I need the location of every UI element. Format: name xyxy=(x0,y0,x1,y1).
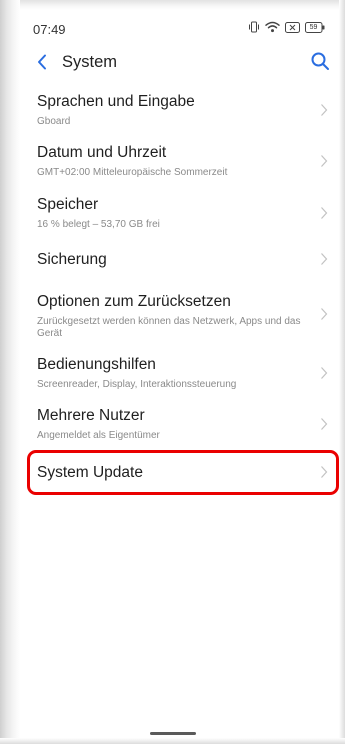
settings-item-subtitle: Angemeldet als Eigentümer xyxy=(37,430,160,441)
settings-item-accessibility[interactable]: Bedienungshilfen Screenreader, Display, … xyxy=(25,356,335,396)
settings-item-title: Mehrere Nutzer xyxy=(37,407,145,424)
status-icons: 59 xyxy=(248,21,325,33)
settings-item-title: Bedienungshilfen xyxy=(37,356,156,373)
frame-edge-left xyxy=(0,0,20,744)
chevron-right-icon xyxy=(321,207,328,219)
back-button[interactable] xyxy=(33,52,51,72)
chevron-left-icon xyxy=(38,54,46,70)
chevron-right-icon xyxy=(321,104,328,116)
search-button[interactable] xyxy=(309,50,331,72)
settings-item-title: Datum und Uhrzeit xyxy=(37,144,167,161)
settings-item-title: Speicher xyxy=(37,196,99,213)
chevron-right-icon xyxy=(321,155,328,167)
frame-edge-top xyxy=(0,0,345,10)
settings-item-date-time[interactable]: Datum und Uhrzeit GMT+02:00 Mitteleuropä… xyxy=(25,144,335,184)
chevron-right-icon xyxy=(321,308,328,320)
settings-item-storage[interactable]: Speicher 16 % belegt – 53,70 GB frei xyxy=(25,196,335,236)
wifi-icon xyxy=(265,21,280,33)
settings-item-subtitle: 16 % belegt – 53,70 GB frei xyxy=(37,219,160,230)
search-icon xyxy=(311,52,329,70)
chevron-right-icon xyxy=(321,253,328,265)
settings-item-languages[interactable]: Sprachen und Eingabe Gboard xyxy=(25,93,335,133)
battery-level: 59 xyxy=(309,23,318,31)
settings-item-backup[interactable]: Sicherung xyxy=(25,251,335,275)
settings-item-title: Sprachen und Eingabe xyxy=(37,93,195,110)
settings-item-title: Optionen zum Zurücksetzen xyxy=(37,293,231,310)
frame-edge-right xyxy=(339,0,345,744)
vibrate-icon xyxy=(248,21,260,33)
battery-icon: 59 xyxy=(305,21,325,33)
page-title: System xyxy=(62,53,118,71)
settings-item-subtitle: Zurückgesetzt werden können das Netzwerk… xyxy=(37,316,301,339)
settings-screen: 07:49 59 System Sprachen und Eingabe Gbo… xyxy=(0,0,345,744)
frame-edge-bottom xyxy=(0,738,345,744)
chevron-right-icon xyxy=(321,367,328,379)
no-sim-icon xyxy=(285,21,300,33)
settings-item-subtitle: GMT+02:00 Mitteleuropäische Sommerzeit xyxy=(37,167,228,178)
highlight-box xyxy=(27,450,339,495)
home-indicator[interactable] xyxy=(150,732,196,735)
settings-item-multiple-users[interactable]: Mehrere Nutzer Angemeldet als Eigentümer xyxy=(25,407,335,447)
settings-item-title: Sicherung xyxy=(37,251,107,268)
status-time: 07:49 xyxy=(33,22,66,37)
chevron-right-icon xyxy=(321,418,328,430)
settings-item-subtitle: Screenreader, Display, Interaktionssteue… xyxy=(37,379,237,390)
settings-item-reset-options[interactable]: Optionen zum Zurücksetzen Zurückgesetzt … xyxy=(25,293,335,341)
settings-item-subtitle: Gboard xyxy=(37,116,71,127)
